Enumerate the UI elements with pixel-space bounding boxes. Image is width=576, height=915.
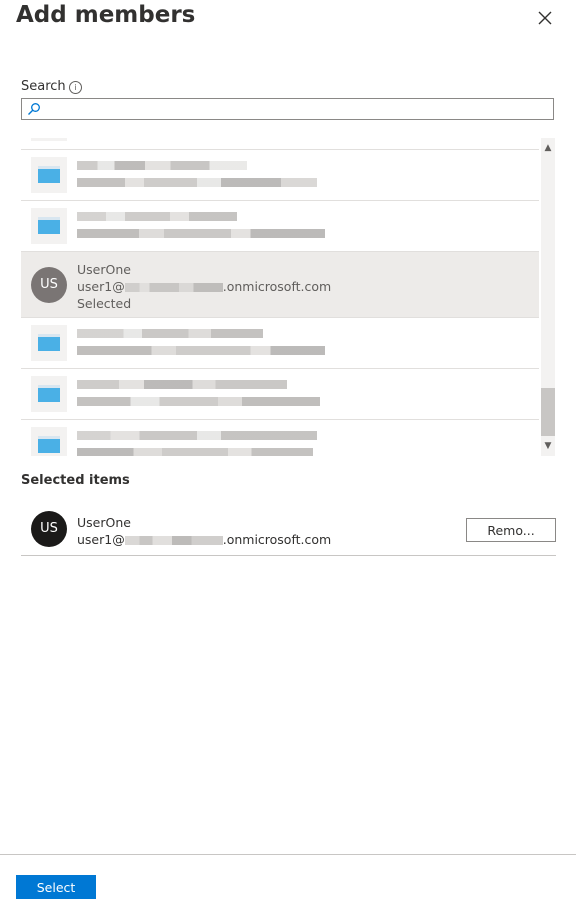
blurred-name <box>77 329 263 338</box>
blurred-detail <box>77 346 325 355</box>
search-input[interactable] <box>44 100 544 118</box>
list-item[interactable] <box>21 318 539 369</box>
scroll-thumb[interactable] <box>541 388 555 436</box>
search-field[interactable] <box>21 98 554 120</box>
app-icon <box>31 157 67 193</box>
selection-status: Selected <box>77 296 132 311</box>
remove-button[interactable]: Remo... <box>466 518 556 542</box>
app-icon <box>31 325 67 361</box>
blurred-name <box>77 212 237 221</box>
close-button[interactable] <box>533 6 557 30</box>
blurred-detail <box>77 397 320 406</box>
app-icon <box>31 208 67 244</box>
results-scrollbar[interactable]: ▲ ▼ <box>541 138 555 456</box>
user-email: user1@ .onmicrosoft.com <box>77 279 332 294</box>
list-item[interactable] <box>21 150 539 201</box>
footer-divider <box>0 854 576 855</box>
blurred-detail <box>77 448 313 456</box>
scroll-down-icon[interactable]: ▼ <box>541 438 555 454</box>
blurred-name <box>77 380 287 389</box>
close-icon <box>538 11 552 25</box>
search-icon <box>28 103 40 115</box>
panel-title: Add members <box>16 2 196 28</box>
list-item[interactable] <box>21 201 539 252</box>
selected-items-header: Selected items <box>21 473 130 488</box>
list-item[interactable] <box>21 420 539 456</box>
search-results-list: US UserOne user1@ .onmicrosoft.com Select… <box>21 138 539 456</box>
blurred-detail <box>77 178 317 187</box>
avatar: US <box>31 511 67 547</box>
blurred-detail <box>77 229 325 238</box>
list-item[interactable] <box>21 138 539 150</box>
info-icon[interactable]: i <box>69 81 82 94</box>
app-icon <box>31 427 67 456</box>
selected-user-name: UserOne <box>77 515 131 530</box>
redacted-domain <box>124 536 223 545</box>
blurred-name <box>77 161 247 170</box>
redacted-domain <box>124 283 223 292</box>
scroll-up-icon[interactable]: ▲ <box>541 140 555 156</box>
app-icon <box>31 138 67 141</box>
selected-user-email: user1@ .onmicrosoft.com <box>77 532 332 547</box>
user-name: UserOne <box>77 262 131 277</box>
list-item-selected-user[interactable]: US UserOne user1@ .onmicrosoft.com Select… <box>21 252 539 318</box>
list-item[interactable] <box>21 369 539 420</box>
blurred-name <box>77 431 317 440</box>
avatar: US <box>31 267 67 303</box>
select-button[interactable]: Select <box>16 875 96 899</box>
selected-item: US UserOne user1@ .onmicrosoft.com Remo..… <box>21 503 556 556</box>
search-label: Search <box>21 79 66 94</box>
app-icon <box>31 376 67 412</box>
